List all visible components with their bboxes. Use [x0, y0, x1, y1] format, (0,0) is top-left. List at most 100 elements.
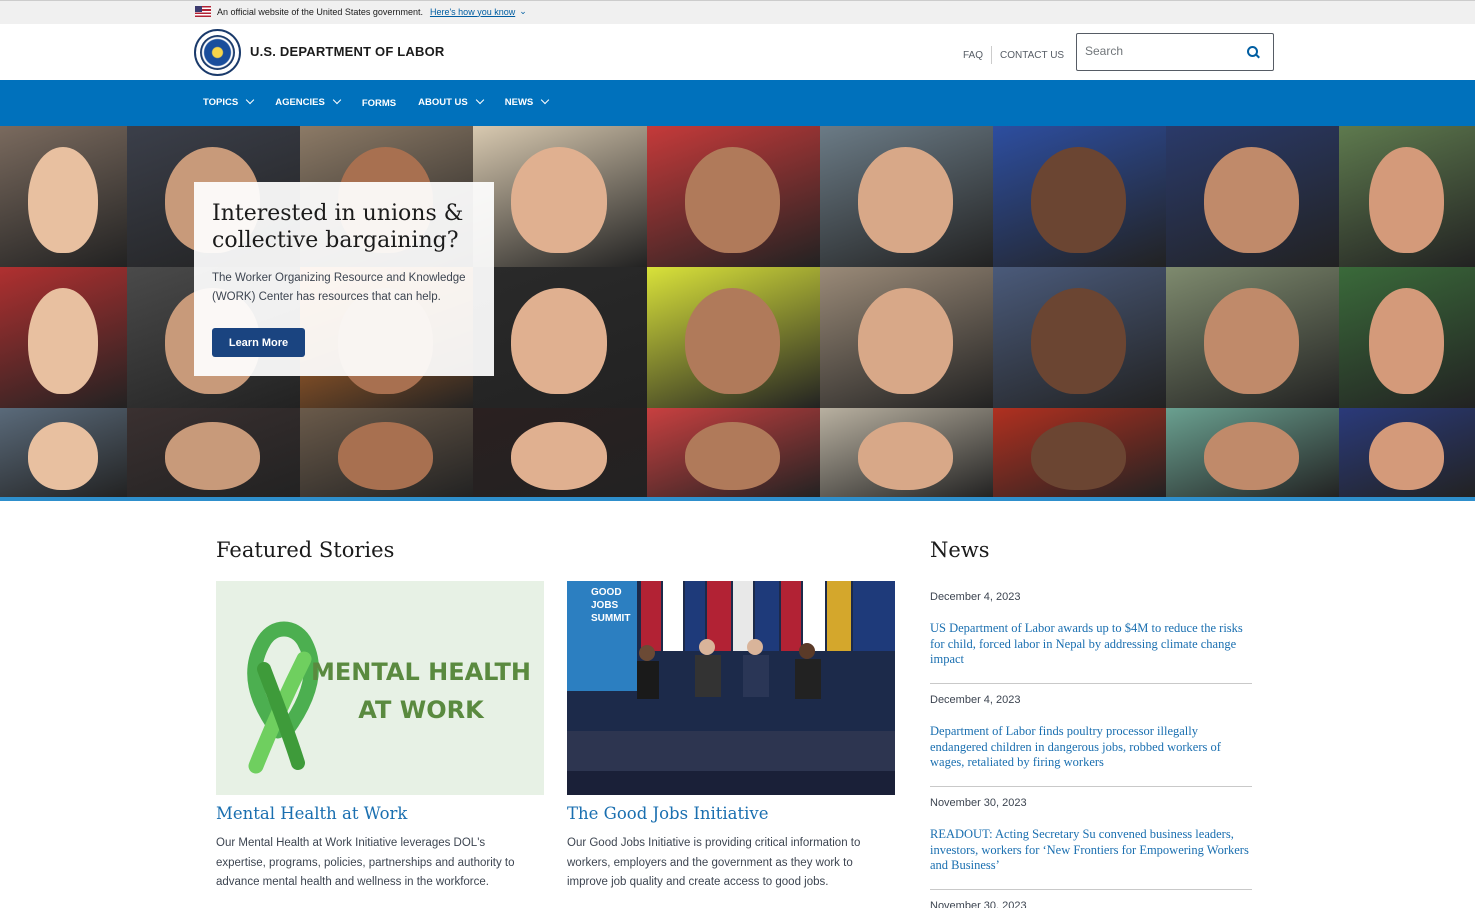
nav-label: AGENCIES — [275, 96, 325, 108]
summit-sign-text: SUMMIT — [591, 613, 630, 624]
nav-agencies[interactable]: AGENCIES — [275, 95, 342, 108]
collage-photo — [473, 126, 647, 267]
person-face — [511, 288, 607, 394]
faq-link[interactable]: FAQ — [963, 50, 983, 61]
divider — [930, 889, 1252, 890]
person-face — [1369, 422, 1444, 490]
news-headline-link[interactable]: READOUT: Acting Secretary Su convened bu… — [930, 827, 1252, 874]
us-flag-icon — [195, 6, 211, 17]
nav-topics[interactable]: TOPICS — [203, 95, 255, 108]
good-jobs-summit-image[interactable]: GOOD JOBS SUMMIT — [567, 581, 895, 795]
news-date: November 30, 2023 — [930, 797, 1027, 809]
nav-label: TOPICS — [203, 96, 239, 108]
chevron-down-icon[interactable]: ⌄ — [519, 6, 527, 17]
news-headline-link[interactable]: Department of Labor finds poultry proces… — [930, 724, 1252, 771]
featured-stories-title: Featured Stories — [216, 538, 395, 562]
nav-about-us[interactable]: ABOUT US — [418, 95, 485, 108]
collage-photo — [0, 408, 127, 498]
collage-photo — [647, 126, 820, 267]
contact-us-link[interactable]: CONTACT US — [1000, 50, 1064, 61]
person-face — [1369, 288, 1444, 394]
person-face — [1204, 147, 1299, 253]
site-title[interactable]: U.S. DEPARTMENT OF LABOR — [250, 44, 445, 59]
collage-photo — [993, 267, 1166, 408]
person-face — [1204, 288, 1299, 394]
news-item: December 4, 2023 Department of Labor fin… — [930, 694, 1252, 771]
person-face — [28, 288, 98, 394]
gov-banner: An official website of the United States… — [0, 0, 1475, 24]
person-face — [1369, 147, 1444, 253]
mental-health-image-text: MENTAL HEALTH AT WORK — [311, 658, 531, 724]
person-face — [858, 288, 953, 394]
collage-photo — [820, 126, 993, 267]
person-face — [685, 422, 780, 490]
search-icon[interactable] — [1247, 46, 1259, 58]
collage-photo — [647, 408, 820, 498]
person-face — [858, 422, 953, 490]
collage-photo — [0, 267, 127, 408]
divider — [930, 786, 1252, 787]
nav-label: ABOUT US — [418, 96, 468, 108]
collage-photo — [127, 408, 300, 498]
person-face — [511, 422, 607, 490]
utility-links: FAQ CONTACT US — [963, 46, 1064, 64]
person-face — [338, 422, 433, 490]
collage-photo — [1339, 267, 1475, 408]
summit-sign-text: GOOD — [591, 587, 622, 598]
collage-photo — [820, 408, 993, 498]
nav-forms[interactable]: FORMS — [362, 98, 396, 109]
collage-photo — [647, 267, 820, 408]
hero-text: The Worker Organizing Resource and Knowl… — [212, 272, 466, 303]
news-item: November 30, 2023 — [930, 900, 1252, 908]
news-item: December 4, 2023 US Department of Labor … — [930, 591, 1252, 668]
good-jobs-story-link[interactable]: The Good Jobs Initiative — [567, 804, 768, 823]
chevron-down-icon — [541, 95, 550, 105]
news-headline-link[interactable]: US Department of Labor awards up to $4M … — [930, 621, 1252, 668]
person-face — [685, 147, 780, 253]
person-face — [165, 422, 260, 490]
divider — [930, 683, 1252, 684]
news-date: December 4, 2023 — [930, 694, 1021, 706]
nav-label: FORMS — [361, 98, 397, 109]
collage-photo — [473, 267, 647, 408]
hero-divider — [0, 497, 1475, 501]
dol-seal-logo[interactable] — [194, 29, 241, 76]
mental-health-story-text: Our Mental Health at Work Initiative lev… — [216, 837, 515, 888]
main-nav: TOPICS AGENCIES FORMS ABOUT US NEWS — [0, 80, 1475, 126]
person-face — [685, 288, 780, 394]
hero-card: Interested in unions & collective bargai… — [194, 182, 494, 376]
person-face — [1031, 147, 1126, 253]
site-header: U.S. DEPARTMENT OF LABOR FAQ CONTACT US — [0, 24, 1475, 80]
person-face — [28, 147, 98, 253]
news-date: December 4, 2023 — [930, 591, 1021, 603]
heres-how-you-know-link[interactable]: Here's how you know — [430, 7, 515, 17]
collage-photo — [820, 267, 993, 408]
collage-photo — [1339, 408, 1475, 498]
divider — [991, 46, 993, 64]
collage-photo — [1166, 408, 1339, 498]
news-item: November 30, 2023 READOUT: Acting Secret… — [930, 797, 1252, 874]
person-face — [858, 147, 953, 253]
collage-photo — [473, 408, 647, 498]
chevron-down-icon — [475, 95, 485, 105]
collage-photo — [1166, 267, 1339, 408]
learn-more-button[interactable]: Learn More — [212, 328, 305, 357]
collage-photo — [0, 126, 127, 267]
summit-photo: GOOD JOBS SUMMIT — [567, 581, 895, 795]
chevron-down-icon — [332, 95, 342, 105]
news-date: November 30, 2023 — [930, 900, 1027, 908]
person-face — [1031, 422, 1126, 490]
news-title: News — [930, 538, 990, 562]
search-input[interactable] — [1085, 44, 1235, 58]
good-jobs-story-text: Our Good Jobs Initiative is providing cr… — [567, 837, 861, 888]
summit-sign-text: JOBS — [591, 600, 619, 611]
nav-news[interactable]: NEWS — [504, 95, 550, 108]
mental-health-image[interactable]: MENTAL HEALTH AT WORK — [216, 581, 544, 795]
gov-banner-text: An official website of the United States… — [217, 6, 423, 17]
mental-health-story-link[interactable]: Mental Health at Work — [216, 804, 407, 823]
nav-label: NEWS — [504, 96, 534, 108]
collage-photo — [993, 408, 1166, 498]
person-face — [511, 147, 607, 253]
person-face — [28, 422, 98, 490]
collage-photo — [993, 126, 1166, 267]
